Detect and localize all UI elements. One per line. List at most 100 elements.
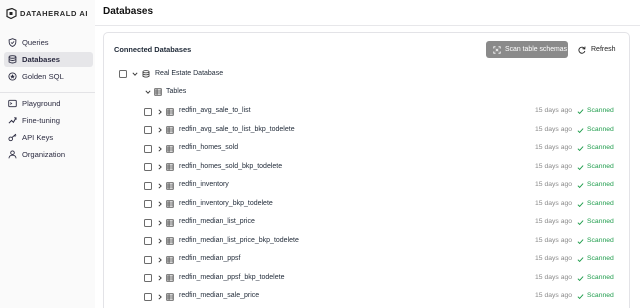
table-name: redfin_avg_sale_to_list bbox=[179, 107, 251, 114]
check-icon bbox=[577, 238, 584, 244]
table-icon bbox=[166, 218, 174, 227]
chevron-right-icon[interactable] bbox=[157, 164, 163, 170]
table-name: redfin_median_list_price_bkp_todelete bbox=[179, 236, 299, 244]
sidebar-divider bbox=[0, 92, 95, 93]
table-icon bbox=[166, 107, 174, 116]
sidebar-item-label: Playground bbox=[22, 99, 61, 108]
sidebar-item-organization[interactable]: Organization bbox=[4, 147, 93, 162]
top-bar: Databases bbox=[95, 0, 640, 26]
table-row-checkbox[interactable] bbox=[144, 163, 152, 171]
table-name: redfin_median_ppsf_bkp_todelete bbox=[179, 273, 285, 281]
chevron-right-icon[interactable] bbox=[157, 293, 163, 300]
check-icon bbox=[577, 127, 584, 133]
table-icon bbox=[166, 181, 174, 190]
table-row-checkbox[interactable] bbox=[144, 255, 152, 264]
check-icon bbox=[577, 257, 584, 263]
table-icon bbox=[166, 274, 174, 282]
chevron-right-icon[interactable] bbox=[157, 238, 163, 244]
check-icon bbox=[577, 201, 584, 207]
table-icon bbox=[154, 88, 162, 96]
shield-icon bbox=[8, 38, 17, 47]
table-status: Scanned bbox=[587, 255, 614, 262]
table-row-checkbox[interactable] bbox=[144, 274, 152, 282]
scan-icon bbox=[493, 45, 501, 54]
chevron-right-icon[interactable] bbox=[157, 219, 163, 226]
table-status: Scanned bbox=[587, 292, 614, 299]
table-status: Scanned bbox=[587, 273, 614, 281]
chevron-right-icon[interactable] bbox=[157, 108, 163, 115]
sidebar-item-label: API Keys bbox=[22, 133, 54, 142]
check-icon bbox=[577, 294, 584, 300]
table-row-checkbox[interactable] bbox=[144, 181, 152, 190]
table-status: Scanned bbox=[587, 144, 614, 151]
table-row-checkbox[interactable] bbox=[144, 144, 152, 153]
table-scan-age: 15 days ago bbox=[535, 199, 573, 207]
table-scan-age: 15 days ago bbox=[535, 292, 573, 299]
table-scan-age: 15 days ago bbox=[535, 125, 573, 133]
chevron-down-icon[interactable] bbox=[145, 89, 151, 95]
refresh-icon bbox=[578, 46, 586, 54]
table-row-checkbox[interactable] bbox=[144, 200, 152, 208]
chevron-right-icon[interactable] bbox=[157, 145, 163, 152]
check-icon bbox=[577, 183, 584, 189]
scan-button-label: Scan table schemas bbox=[505, 46, 568, 53]
panel-title: Connected Databases bbox=[114, 45, 192, 54]
key-icon bbox=[8, 133, 17, 142]
table-scan-age: 15 days ago bbox=[535, 273, 573, 281]
table-name: redfin_median_sale_price bbox=[179, 292, 260, 299]
brand-name: DATAHERALD AI bbox=[20, 8, 89, 18]
refresh-button-label: Refresh bbox=[591, 46, 616, 53]
table-row-checkbox[interactable] bbox=[144, 292, 152, 301]
table-scan-age: 15 days ago bbox=[535, 218, 573, 225]
database-icon bbox=[8, 55, 17, 64]
table-status: Scanned bbox=[587, 162, 614, 170]
logo-icon bbox=[6, 7, 17, 19]
table-row-checkbox[interactable] bbox=[144, 218, 152, 227]
sidebar-item-databases[interactable]: Databases bbox=[4, 52, 93, 67]
page-title: Databases bbox=[103, 6, 154, 17]
table-name: redfin_median_list_price bbox=[179, 218, 255, 225]
chevron-down-icon[interactable] bbox=[132, 71, 138, 77]
refresh-button[interactable]: Refresh bbox=[578, 41, 626, 58]
sidebar-item-api-keys[interactable]: API Keys bbox=[4, 130, 93, 145]
sidebar-item-label: Databases bbox=[22, 55, 60, 64]
table-status: Scanned bbox=[587, 125, 614, 133]
table-icon bbox=[166, 200, 174, 208]
sidebar-item-fine-tuning[interactable]: Fine-tuning bbox=[4, 113, 93, 128]
table-icon bbox=[166, 144, 174, 153]
chevron-right-icon[interactable] bbox=[157, 275, 163, 281]
table-row-checkbox[interactable] bbox=[144, 126, 152, 134]
table-name: redfin_median_ppsf bbox=[179, 255, 241, 262]
table-status: Scanned bbox=[587, 218, 614, 225]
tables-group-label: Tables bbox=[166, 88, 187, 95]
database-name: Real Estate Database bbox=[155, 70, 224, 77]
table-name: redfin_homes_sold bbox=[179, 144, 239, 151]
table-icon bbox=[166, 163, 174, 171]
table-scan-age: 15 days ago bbox=[535, 162, 573, 170]
chevron-right-icon[interactable] bbox=[157, 127, 163, 133]
connected-databases-panel: Connected Databases Scan table schemas R… bbox=[103, 32, 630, 308]
table-status: Scanned bbox=[587, 236, 614, 244]
check-icon bbox=[577, 275, 584, 281]
table-name: redfin_homes_sold_bkp_todelete bbox=[179, 162, 283, 170]
sidebar-item-golden-sql[interactable]: Golden SQL bbox=[4, 69, 93, 84]
table-row-checkbox[interactable] bbox=[144, 237, 152, 245]
sidebar-item-queries[interactable]: Queries bbox=[4, 35, 93, 50]
chevron-right-icon[interactable] bbox=[157, 201, 163, 207]
check-icon bbox=[577, 164, 584, 170]
chevron-right-icon[interactable] bbox=[157, 256, 163, 263]
table-row-checkbox[interactable] bbox=[144, 107, 152, 116]
sidebar-item-label: Golden SQL bbox=[22, 72, 64, 81]
table-name: redfin_avg_sale_to_list_bkp_todelete bbox=[179, 125, 295, 133]
check-icon bbox=[577, 146, 584, 152]
organization-icon bbox=[8, 150, 17, 159]
database-checkbox[interactable] bbox=[119, 70, 127, 78]
sidebar-item-playground[interactable]: Playground bbox=[4, 96, 93, 111]
check-icon bbox=[577, 109, 584, 115]
chevron-right-icon[interactable] bbox=[157, 182, 163, 189]
database-icon bbox=[142, 70, 150, 78]
scan-table-schemas-button[interactable]: Scan table schemas bbox=[486, 41, 568, 58]
sidebar-item-label: Organization bbox=[22, 150, 66, 159]
golden-sql-icon bbox=[8, 72, 17, 81]
brand-logo[interactable]: DATAHERALD AI bbox=[6, 6, 88, 20]
